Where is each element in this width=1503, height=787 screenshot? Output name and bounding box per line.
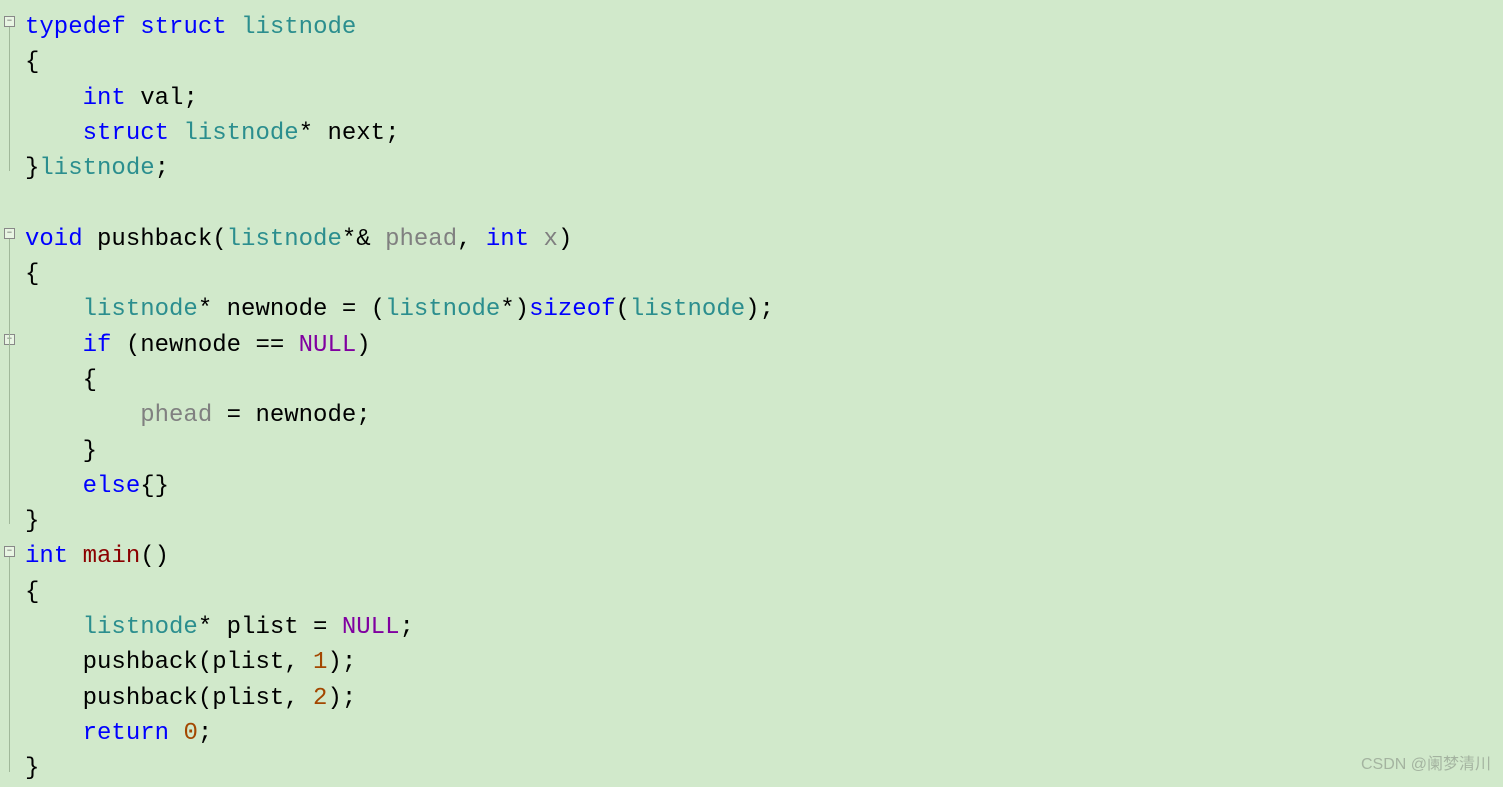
fold-guide-line bbox=[9, 27, 10, 171]
code-line[interactable] bbox=[25, 186, 1503, 221]
code-line[interactable]: } bbox=[25, 751, 1503, 786]
code-line[interactable]: pushback(plist, 1); bbox=[25, 645, 1503, 680]
fold-guide-line bbox=[9, 345, 10, 465]
code-line[interactable]: { bbox=[25, 575, 1503, 610]
code-line[interactable]: { bbox=[25, 363, 1503, 398]
fold-toggle-icon[interactable]: − bbox=[4, 16, 15, 27]
code-line[interactable]: listnode* newnode = (listnode*)sizeof(li… bbox=[25, 292, 1503, 327]
code-line[interactable]: } bbox=[25, 504, 1503, 539]
code-line[interactable]: }listnode; bbox=[25, 151, 1503, 186]
code-line[interactable]: else{} bbox=[25, 469, 1503, 504]
code-editor: −−−− typedef struct listnode{ int val; s… bbox=[0, 0, 1503, 785]
code-line[interactable]: struct listnode* next; bbox=[25, 116, 1503, 151]
fold-guide-line bbox=[9, 557, 10, 772]
fold-gutter: −−−− bbox=[0, 0, 19, 785]
code-line[interactable]: listnode* plist = NULL; bbox=[25, 610, 1503, 645]
code-line[interactable]: int val; bbox=[25, 81, 1503, 116]
code-line[interactable]: pushback(plist, 2); bbox=[25, 681, 1503, 716]
code-line[interactable]: { bbox=[25, 257, 1503, 292]
code-line[interactable]: void pushback(listnode*& phead, int x) bbox=[25, 222, 1503, 257]
watermark: CSDN @阑梦清川 bbox=[1361, 753, 1491, 777]
code-line[interactable]: typedef struct listnode bbox=[25, 10, 1503, 45]
fold-toggle-icon[interactable]: − bbox=[4, 228, 15, 239]
code-area[interactable]: typedef struct listnode{ int val; struct… bbox=[19, 0, 1503, 785]
code-line[interactable]: phead = newnode; bbox=[25, 398, 1503, 433]
code-line[interactable]: int main() bbox=[25, 539, 1503, 574]
code-line[interactable]: if (newnode == NULL) bbox=[25, 328, 1503, 363]
fold-toggle-icon[interactable]: − bbox=[4, 546, 15, 557]
code-line[interactable]: } bbox=[25, 434, 1503, 469]
code-line[interactable]: return 0; bbox=[25, 716, 1503, 751]
code-line[interactable]: { bbox=[25, 45, 1503, 80]
